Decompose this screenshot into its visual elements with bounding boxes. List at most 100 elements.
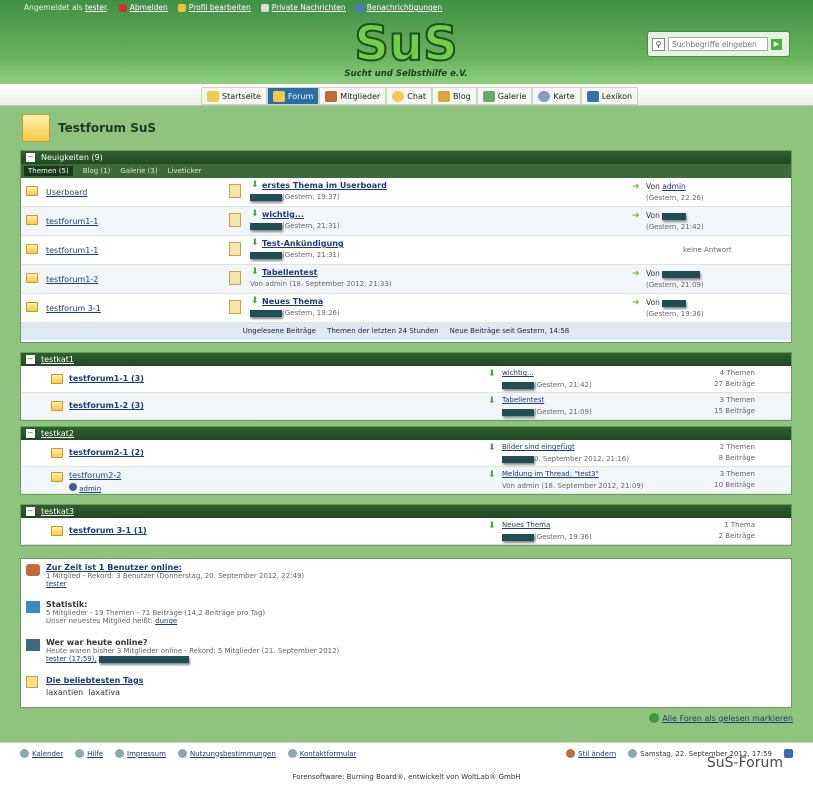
arrow-down-icon[interactable]: ⬇ bbox=[488, 397, 496, 406]
notifications-link[interactable]: Benachrichtigungen bbox=[355, 3, 442, 12]
tab-forum[interactable]: Forum bbox=[266, 87, 320, 105]
footer-impressum[interactable]: Impressum bbox=[115, 749, 166, 758]
collapse-icon[interactable]: − bbox=[26, 153, 35, 162]
forum-link[interactable]: testforum1-2 (3) bbox=[69, 401, 144, 410]
news-thread-link[interactable]: Test-Ankündigung bbox=[262, 239, 344, 248]
category-link[interactable]: testkat1 bbox=[41, 355, 74, 364]
search-submit-button[interactable]: ▶ bbox=[771, 38, 782, 50]
footer-bar: Kalender Hilfe Impressum Nutzungsbestimm… bbox=[0, 742, 813, 764]
folder-icon bbox=[51, 401, 63, 411]
profile-link[interactable]: Profil bearbeiten bbox=[177, 3, 251, 12]
news-forum-link[interactable]: testforum1-2 bbox=[46, 275, 98, 284]
news-list: Userboard ⬇ erstes Thema im Userboard (Gest… bbox=[21, 178, 791, 323]
online-title[interactable]: Zur Zeit ist 1 Benutzer online: bbox=[46, 563, 182, 572]
logout-link[interactable]: Abmelden bbox=[118, 3, 168, 12]
tab-liveticker[interactable]: Liveticker bbox=[168, 167, 202, 175]
arrow-down-icon[interactable]: ⬇ bbox=[488, 471, 496, 480]
tab-karte[interactable]: Karte bbox=[532, 87, 581, 105]
news-thread-date: (Gestern, 21:31) bbox=[250, 251, 340, 259]
news-thread-link[interactable]: erstes Thema im Userboard bbox=[262, 181, 387, 190]
redacted-text bbox=[250, 251, 282, 259]
footer-terms[interactable]: Nutzungsbestimmungen bbox=[177, 749, 276, 758]
tab-themen[interactable]: Themen (5) bbox=[24, 166, 73, 176]
tag-link[interactable]: laxativa bbox=[88, 688, 120, 697]
footer-calendar[interactable]: Kalender bbox=[20, 749, 63, 758]
tag-link[interactable]: laxantien bbox=[46, 688, 83, 697]
forum-link[interactable]: testforum 3-1 (1) bbox=[69, 526, 147, 535]
forum-row: testforum2-2 admin ⬇ Meldung im Thread: "t… bbox=[21, 467, 791, 494]
arrow-down-icon[interactable]: ⬇ bbox=[251, 239, 259, 248]
footer-contact[interactable]: Kontaktformular bbox=[287, 749, 356, 758]
mail-icon bbox=[260, 4, 269, 12]
arrow-down-icon[interactable]: ⬇ bbox=[488, 444, 496, 453]
user-link[interactable]: tester bbox=[85, 3, 106, 12]
last-thread-date: (Gestern, 21:09) bbox=[502, 408, 592, 416]
last-post-user[interactable]: admin bbox=[662, 182, 686, 191]
footer-help[interactable]: Hilfe bbox=[75, 749, 103, 758]
search-input[interactable] bbox=[668, 37, 768, 51]
last-thread-link[interactable]: Bilder sind eingefügt bbox=[502, 443, 575, 451]
today-user[interactable]: tester (17:59), bbox=[46, 655, 97, 663]
news-thread-link[interactable]: Neues Thema bbox=[262, 297, 323, 306]
tab-blog-news[interactable]: Blog (1) bbox=[83, 167, 111, 175]
newposts-link[interactable]: Neue Beiträge seit Gestern, 14:58 bbox=[450, 327, 570, 335]
arrow-right-icon[interactable]: ➜ bbox=[632, 299, 640, 308]
news-forum-link[interactable]: testforum1-1 bbox=[46, 246, 98, 255]
last-post-by: Von bbox=[646, 298, 687, 307]
style-change[interactable]: Stil ändern bbox=[566, 749, 616, 758]
arrow-down-icon[interactable]: ⬇ bbox=[251, 210, 259, 219]
last-thread-link[interactable]: Meldung im Thread: "test3" bbox=[502, 470, 599, 478]
logo[interactable]: SuS Sucht und Selbsthilfe e.V. bbox=[338, 16, 474, 82]
folder-icon bbox=[51, 448, 63, 458]
newest-user[interactable]: dunge bbox=[155, 617, 177, 625]
tab-mitglieder[interactable]: Mitglieder bbox=[319, 87, 387, 105]
last24-link[interactable]: Themen der letzten 24 Stunden bbox=[327, 327, 438, 335]
news-footer: Ungelesene Beiträge Themen der letzten 2… bbox=[21, 323, 791, 340]
arrow-right-icon[interactable]: ➜ bbox=[632, 212, 640, 221]
redacted-text bbox=[250, 193, 282, 201]
arrow-down-icon[interactable]: ⬇ bbox=[251, 181, 259, 190]
category-link[interactable]: testkat3 bbox=[41, 507, 74, 516]
tab-chat[interactable]: Chat bbox=[386, 87, 432, 105]
news-forum-link[interactable]: Userboard bbox=[46, 188, 87, 197]
top-button[interactable] bbox=[784, 749, 793, 758]
pm-link[interactable]: Private Nachrichten bbox=[260, 3, 346, 12]
news-forum-link[interactable]: testforum 3-1 bbox=[46, 304, 101, 313]
news-forum-link[interactable]: testforum1-1 bbox=[46, 217, 98, 226]
arrow-down-icon[interactable]: ⬇ bbox=[488, 522, 496, 531]
online-user[interactable]: tester bbox=[46, 580, 67, 588]
post-count: 10 Beiträge bbox=[714, 481, 755, 489]
tab-galerie-news[interactable]: Galerie (3) bbox=[120, 167, 157, 175]
collapse-icon[interactable]: − bbox=[26, 507, 35, 516]
unread-link[interactable]: Ungelesene Beiträge bbox=[243, 327, 316, 335]
news-thread-link[interactable]: Tabellentest bbox=[262, 268, 317, 277]
last-post-by: Von bbox=[646, 269, 701, 278]
arrow-down-icon[interactable]: ⬇ bbox=[251, 268, 259, 277]
forum-link[interactable]: testforum1-1 (3) bbox=[69, 374, 144, 383]
tab-lexikon[interactable]: Lexikon bbox=[580, 87, 639, 105]
category-link[interactable]: testkat2 bbox=[41, 429, 74, 438]
forum-link[interactable]: testforum2-1 (2) bbox=[69, 448, 144, 457]
forum-link[interactable]: testforum2-2 bbox=[69, 471, 121, 480]
members-icon bbox=[325, 90, 338, 102]
arrow-down-icon[interactable]: ⬇ bbox=[251, 297, 259, 306]
tags-title[interactable]: Die beliebtesten Tags bbox=[46, 676, 143, 685]
news-row: Userboard ⬇ erstes Thema im Userboard (Gest… bbox=[21, 178, 791, 207]
forum-row: testforum1-2 (3) ⬇ Tabellentest (Gestern, 2… bbox=[21, 393, 791, 420]
arrow-right-icon[interactable]: ➜ bbox=[632, 270, 640, 279]
arrow-right-icon[interactable]: ➜ bbox=[632, 183, 640, 192]
tab-galerie[interactable]: Galerie bbox=[476, 87, 533, 105]
last-thread-link[interactable]: wichtig... bbox=[502, 369, 534, 377]
tab-startseite[interactable]: Startseite bbox=[201, 87, 267, 105]
category-header: − testkat2 bbox=[21, 427, 791, 440]
news-thread-link[interactable]: wichtig... bbox=[262, 210, 304, 219]
collapse-icon[interactable]: − bbox=[26, 429, 35, 438]
tab-blog[interactable]: Blog bbox=[432, 87, 477, 105]
mark-read[interactable]: Alle Foren als gelesen markieren bbox=[649, 713, 793, 723]
arrow-down-icon[interactable]: ⬇ bbox=[488, 370, 496, 379]
last-thread-link[interactable]: Tabellentest bbox=[502, 396, 544, 404]
blog-icon bbox=[438, 90, 450, 102]
last-thread-link[interactable]: Neues Thema bbox=[502, 521, 550, 529]
search-icon[interactable]: ⚲ bbox=[652, 37, 665, 51]
collapse-icon[interactable]: − bbox=[26, 355, 35, 364]
